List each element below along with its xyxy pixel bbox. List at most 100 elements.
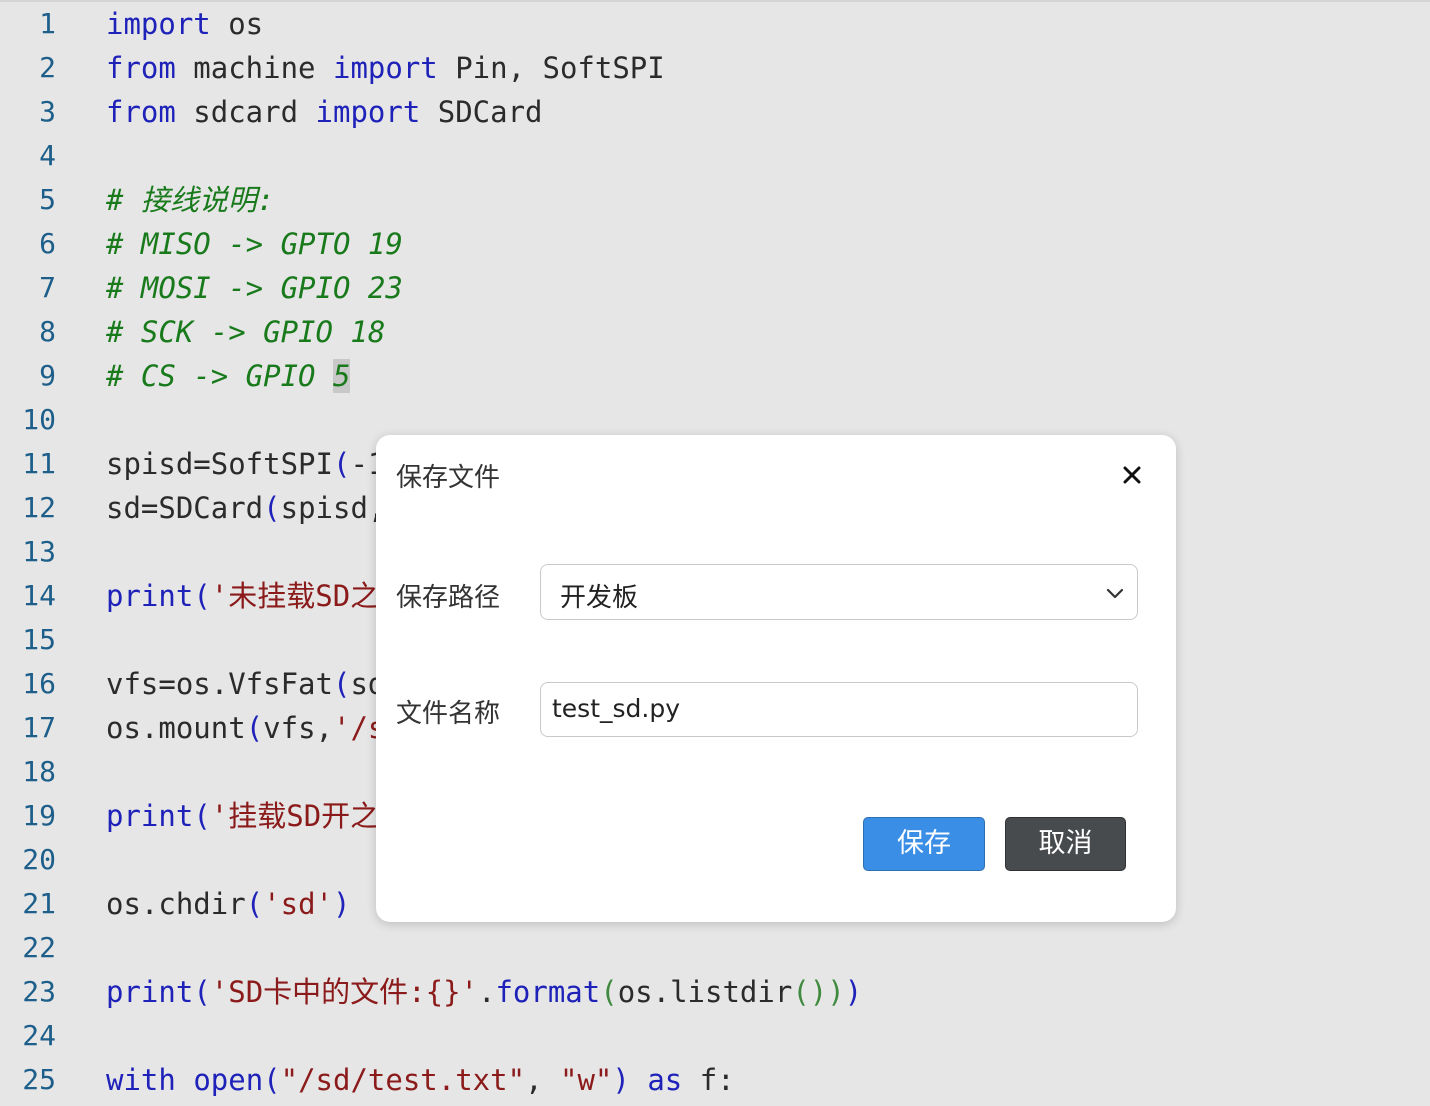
code-line: 9 # CS -> GPIO 5 [0, 354, 1430, 398]
code-token: os.listdir [617, 975, 793, 1009]
code-token: ( [332, 447, 351, 481]
code-token: ) [333, 887, 351, 921]
line-number: 11 [22, 447, 56, 480]
code-token: spisd, [280, 491, 386, 525]
code-text: print('SD卡中的文件:{}'.format(os.listdir())) [106, 976, 862, 1008]
code-token: import [332, 51, 438, 85]
code-token: import [315, 95, 421, 129]
cancel-button[interactable]: 取消 [1005, 817, 1126, 871]
line-number: 17 [22, 711, 56, 744]
code-text: from sdcard import SDCard [106, 96, 543, 128]
line-number: 21 [22, 887, 56, 920]
code-token: print [106, 579, 194, 613]
code-token: ( [600, 975, 618, 1009]
code-token: f: [682, 1063, 735, 1097]
code-token: 'sd' [263, 887, 333, 921]
code-token: as [647, 1063, 683, 1097]
code-token: 'SD卡中的文件:{}' [210, 975, 478, 1009]
code-token: vfs=os.VfsFat [106, 667, 333, 701]
code-token: ) [827, 975, 845, 1009]
code-token: vfs, [263, 711, 333, 745]
code-text: # MISO -> GPTO 19 [106, 228, 403, 260]
code-token: # MISO -> GPTO 19 [106, 227, 403, 261]
code-token: # MOSI -> GPIO 23 [106, 271, 403, 305]
code-token: ( [263, 1063, 281, 1097]
code-token: os.mount [106, 711, 246, 745]
code-token: SDCard [420, 95, 543, 129]
code-line: 3 from sdcard import SDCard [0, 90, 1430, 134]
line-number: 14 [22, 579, 56, 612]
code-token: 5 [332, 359, 351, 393]
line-number: 3 [39, 95, 56, 128]
code-text: from machine import Pin, SoftSPI [106, 52, 665, 84]
code-token: "/sd/test.txt" [280, 1063, 526, 1097]
code-token: import [106, 7, 211, 41]
line-number: 6 [39, 227, 56, 260]
code-text: print('挂载SD开之 [106, 800, 379, 832]
code-token: print [106, 975, 194, 1009]
code-text: # SCK -> GPIO 18 [106, 316, 385, 348]
line-number: 18 [22, 755, 56, 788]
code-token: ( [245, 711, 264, 745]
line-number: 16 [22, 667, 56, 700]
line-number: 15 [22, 623, 56, 656]
code-token: '挂载SD开之 [210, 799, 380, 833]
code-text: os.mount(vfs,'/s [106, 712, 385, 744]
file-name-value: test_sd.py [552, 694, 681, 723]
code-line: 2 from machine import Pin, SoftSPI [0, 46, 1430, 90]
code-token: # SCK -> GPIO 18 [106, 315, 386, 349]
code-line: 1 import os [0, 2, 1430, 46]
save-path-select[interactable]: 开发板 [540, 564, 1138, 620]
line-number: 9 [39, 359, 56, 392]
code-line: 24 [0, 1014, 1430, 1058]
code-line: 5 # 接线说明: [0, 178, 1430, 222]
code-token: open [193, 1063, 264, 1097]
code-token: machine [175, 51, 333, 85]
code-token: () [792, 975, 828, 1009]
line-number: 22 [22, 931, 56, 964]
line-number: 2 [39, 51, 56, 84]
line-number: 1 [39, 7, 56, 40]
code-token: os [210, 7, 264, 41]
code-line: 6 # MISO -> GPTO 19 [0, 222, 1430, 266]
save-path-value: 开发板 [560, 583, 639, 613]
code-token: print [106, 799, 194, 833]
file-name-input[interactable]: test_sd.py [540, 682, 1138, 737]
code-token: format [495, 975, 601, 1009]
code-token: spisd=SoftSPI [106, 447, 333, 481]
code-text: print('未挂载SD之 [106, 580, 379, 612]
close-icon[interactable] [1118, 461, 1146, 489]
code-token: ( [193, 975, 211, 1009]
save-button[interactable]: 保存 [863, 817, 985, 871]
code-token: ( [193, 799, 211, 833]
line-number: 4 [39, 139, 56, 172]
line-number: 8 [39, 315, 56, 348]
code-token: with [106, 1063, 176, 1097]
line-number: 5 [39, 183, 56, 216]
code-token: ( [263, 491, 281, 525]
code-line: 8 # SCK -> GPIO 18 [0, 310, 1430, 354]
code-line: 22 [0, 926, 1430, 970]
code-token: # 接线说明: [106, 183, 275, 217]
code-text: import os [106, 8, 263, 40]
code-token: sdcard [175, 95, 316, 129]
line-number: 25 [22, 1063, 56, 1096]
line-number: 20 [22, 843, 56, 876]
code-text: # 接线说明: [106, 184, 274, 216]
line-number: 23 [22, 975, 56, 1008]
code-token: Pin, SoftSPI [437, 51, 665, 85]
code-token: sd=SDCard [106, 491, 264, 525]
chevron-down-icon [1105, 583, 1125, 603]
code-text: vfs=os.VfsFat(sd [106, 668, 385, 700]
code-token: , [525, 1063, 560, 1097]
line-number: 7 [39, 271, 56, 304]
dialog-title: 保存文件 [396, 463, 501, 493]
line-number: 19 [22, 799, 56, 832]
save-file-dialog: 保存文件 保存路径 开发板 文件名称 test_sd.py 保存 取消 [376, 435, 1176, 922]
line-number: 13 [22, 535, 56, 568]
line-number: 10 [22, 403, 56, 436]
code-text: # MOSI -> GPIO 23 [106, 272, 403, 304]
code-token: "w" [559, 1063, 613, 1097]
